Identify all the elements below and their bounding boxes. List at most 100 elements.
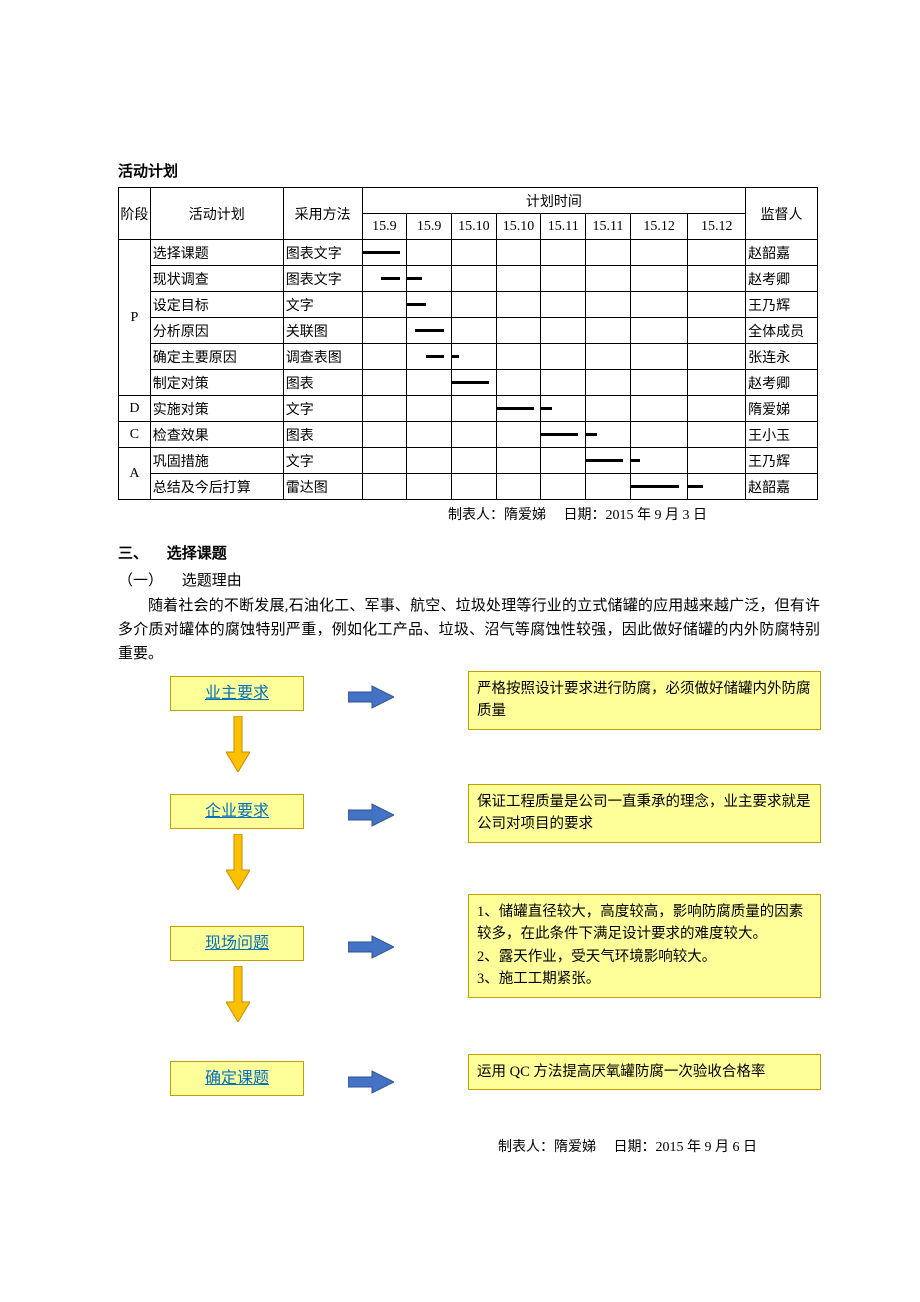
supervisor-cell: 王小玉	[746, 422, 818, 448]
flow-credit: 制表人：隋爱娣 日期：2015 年 9 月 6 日	[118, 1136, 820, 1156]
time-cell	[496, 370, 541, 396]
section3-heading: 三、 选择课题	[118, 542, 820, 563]
activity-cell: 实施对策	[150, 396, 283, 422]
table-credit: 制表人：隋爱娣 日期：2015 年 9 月 3 日	[118, 504, 820, 524]
th-method: 采用方法	[283, 188, 362, 240]
supervisor-cell: 全体成员	[746, 318, 818, 344]
arrow-right-icon	[348, 934, 394, 960]
time-cell	[407, 448, 452, 474]
th-time: 计划时间	[362, 188, 746, 214]
time-cell	[630, 266, 688, 292]
time-cell	[688, 422, 746, 448]
table-row: 制定对策图表赵考卿	[119, 370, 818, 396]
th-time-col: 15.10	[496, 214, 541, 240]
time-cell	[630, 344, 688, 370]
supervisor-cell: 赵韶嘉	[746, 474, 818, 500]
time-cell	[630, 448, 688, 474]
gantt-bar	[452, 355, 459, 358]
time-cell	[496, 448, 541, 474]
time-cell	[407, 318, 452, 344]
supervisor-cell: 赵韶嘉	[746, 240, 818, 266]
activity-cell: 确定主要原因	[150, 344, 283, 370]
th-time-col: 15.9	[362, 214, 407, 240]
time-cell	[362, 344, 407, 370]
phase-cell: D	[119, 396, 151, 422]
table-row: 确定主要原因调查表图张连永	[119, 344, 818, 370]
time-cell	[688, 370, 746, 396]
table-row: C检查效果图表王小玉	[119, 422, 818, 448]
time-cell	[586, 266, 631, 292]
activity-cell: 现状调查	[150, 266, 283, 292]
th-time-col: 15.11	[586, 214, 631, 240]
time-cell	[407, 266, 452, 292]
time-cell	[630, 240, 688, 266]
time-cell	[541, 422, 586, 448]
time-cell	[541, 266, 586, 292]
table-row: 设定目标文字王乃辉	[119, 292, 818, 318]
time-cell	[496, 240, 541, 266]
time-cell	[630, 318, 688, 344]
time-cell	[362, 422, 407, 448]
activity-cell: 检查效果	[150, 422, 283, 448]
time-cell	[451, 422, 496, 448]
th-time-col: 15.12	[688, 214, 746, 240]
gantt-bar	[452, 381, 489, 384]
time-cell	[451, 396, 496, 422]
time-cell	[496, 292, 541, 318]
time-cell	[630, 396, 688, 422]
arrow-down-icon	[226, 716, 250, 772]
time-cell	[362, 396, 407, 422]
time-cell	[688, 344, 746, 370]
time-cell	[451, 266, 496, 292]
time-cell	[688, 240, 746, 266]
supervisor-cell: 王乃辉	[746, 448, 818, 474]
method-cell: 关联图	[283, 318, 362, 344]
method-cell: 图表文字	[283, 240, 362, 266]
time-cell	[407, 344, 452, 370]
time-cell	[541, 292, 586, 318]
section-title: 活动计划	[118, 160, 820, 181]
method-cell: 图表	[283, 370, 362, 396]
time-cell	[451, 240, 496, 266]
supervisor-cell: 赵考卿	[746, 370, 818, 396]
flow-box: 现场问题	[170, 926, 304, 961]
time-cell	[362, 370, 407, 396]
activity-cell: 巩固措施	[150, 448, 283, 474]
gantt-bar	[586, 433, 597, 436]
method-cell: 图表文字	[283, 266, 362, 292]
schedule-table: 阶段 活动计划 采用方法 计划时间 监督人 15.915.915.1015.10…	[118, 187, 818, 500]
time-cell	[586, 396, 631, 422]
time-cell	[407, 240, 452, 266]
th-sup: 监督人	[746, 188, 818, 240]
flow-desc-box: 严格按照设计要求进行防腐，必须做好储罐内外防腐质量	[468, 671, 821, 730]
time-cell	[362, 448, 407, 474]
table-row: P选择课题图表文字赵韶嘉	[119, 240, 818, 266]
time-cell	[362, 474, 407, 500]
flow-arrow-down	[226, 966, 250, 1027]
flow-arrow-right	[348, 1069, 394, 1100]
th-time-col: 15.11	[541, 214, 586, 240]
phase-cell: A	[119, 448, 151, 500]
time-cell	[496, 474, 541, 500]
time-cell	[688, 266, 746, 292]
time-cell	[496, 344, 541, 370]
flow-arrow-down	[226, 716, 250, 777]
th-phase: 阶段	[119, 188, 151, 240]
table-row: D实施对策文字隋爱娣	[119, 396, 818, 422]
time-cell	[407, 474, 452, 500]
flow-arrow-right	[348, 934, 394, 965]
gantt-bar	[426, 355, 445, 358]
method-cell: 文字	[283, 396, 362, 422]
arrow-right-icon	[348, 1069, 394, 1095]
time-cell	[362, 292, 407, 318]
th-time-col: 15.12	[630, 214, 688, 240]
time-cell	[630, 292, 688, 318]
flow-desc-box: 1、储罐直径较大，高度较高，影响防腐质量的因素较多，在此条件下满足设计要求的难度…	[468, 894, 821, 998]
time-cell	[407, 422, 452, 448]
time-cell	[451, 318, 496, 344]
supervisor-cell: 赵考卿	[746, 266, 818, 292]
time-cell	[586, 240, 631, 266]
time-cell	[586, 448, 631, 474]
arrow-right-icon	[348, 684, 394, 710]
arrow-right-icon	[348, 802, 394, 828]
